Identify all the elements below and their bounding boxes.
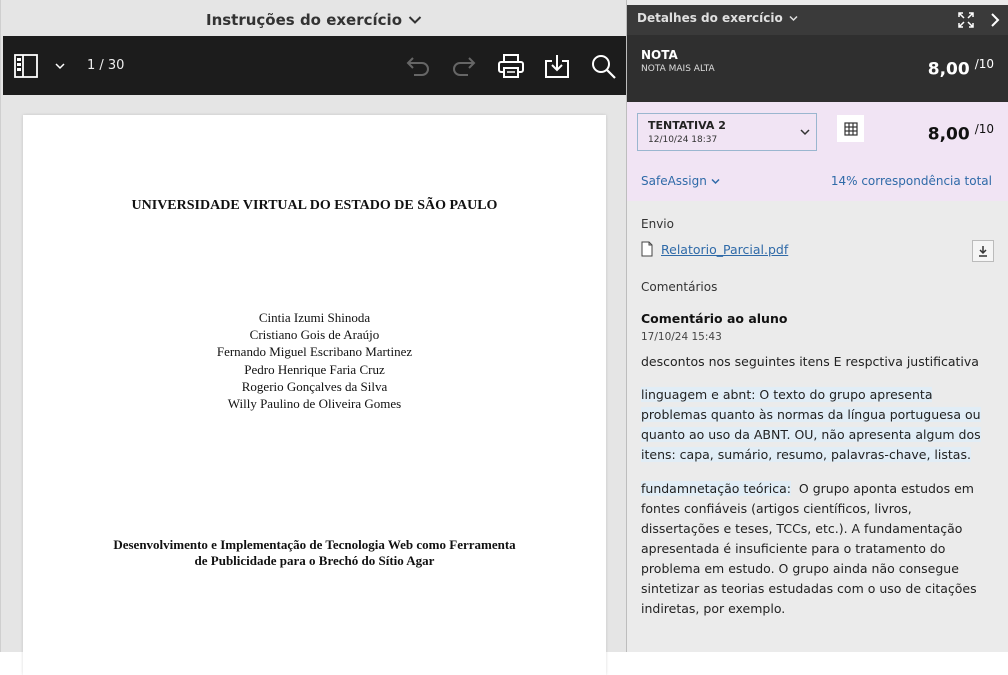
details-title: Detalhes do exercício: [637, 11, 783, 25]
grade-label: NOTA: [641, 48, 678, 62]
author-line: Willy Paulino de Oliveira Gomes: [227, 396, 402, 412]
chevron-down-icon: [789, 15, 798, 22]
details-panel: Detalhes do exercício NOTA NOTA MAIS ALT…: [626, 0, 1008, 652]
chevron-down-icon: [55, 62, 65, 70]
page-indicator: 1 / 30: [87, 58, 125, 73]
redo-button[interactable]: [451, 36, 477, 95]
chevron-down-icon: [711, 178, 720, 185]
submission-file: Relatorio_Parcial.pdf: [641, 241, 788, 257]
grade-summary: NOTA NOTA MAIS ALTA 8,00/10: [627, 35, 1008, 102]
attempt-date: 12/10/24 18:37: [648, 135, 718, 145]
details-header: Detalhes do exercício NOTA NOTA MAIS ALT…: [627, 5, 1008, 102]
download-icon: [543, 53, 571, 79]
attempt-out-of: /10: [974, 122, 994, 136]
safeassign-button[interactable]: SafeAssign: [641, 174, 720, 188]
redo-icon: [451, 54, 477, 78]
attempt-score: 8,00/10: [928, 122, 994, 144]
print-icon: [497, 53, 525, 79]
comment-paragraph: linguagem e abnt: O texto do grupo apres…: [641, 385, 991, 465]
author-line: Cristiano Gois de Araújo: [249, 327, 380, 343]
comment-paragraph: fundamnetação teórica: O grupo aponta es…: [641, 479, 991, 619]
details-title-button[interactable]: Detalhes do exercício: [637, 11, 798, 25]
pdf-toolbar: 1 / 30: [3, 36, 627, 95]
document-title-line: Desenvolvimento e Implementação de Tecno…: [113, 537, 516, 552]
document-university: UNIVERSIDADE VIRTUAL DO ESTADO DE SÃO PA…: [131, 198, 498, 213]
instructions-header[interactable]: Instruções do exercício: [1, 5, 627, 35]
print-button[interactable]: [497, 36, 525, 95]
sidebar-toggle-button[interactable]: [13, 36, 39, 95]
undo-button[interactable]: [405, 36, 431, 95]
attempt-section: TENTATIVA 2 12/10/24 18:37 8,00/10 SafeA…: [627, 102, 1008, 201]
file-download-button[interactable]: [972, 240, 994, 262]
file-icon: [641, 241, 653, 257]
chevron-right-icon[interactable]: [990, 13, 1000, 27]
chevron-down-icon: [408, 15, 422, 25]
undo-icon: [405, 54, 431, 78]
search-button[interactable]: [590, 36, 618, 95]
document-page: UNIVERSIDADE VIRTUAL DO ESTADO DE SÃO PA…: [23, 115, 606, 675]
comments-label: Comentários: [641, 280, 718, 294]
safeassign-match-link[interactable]: 14% correspondência total: [831, 174, 992, 188]
download-icon: [977, 245, 989, 257]
attempt-score-value: 8,00: [927, 124, 970, 145]
comment-title: Comentário ao aluno: [641, 311, 788, 326]
author-line: Cintia Izumi Shinoda: [258, 310, 371, 325]
document-authors: Cintia Izumi Shinoda Cristiano Gois de A…: [23, 309, 606, 412]
grade-score: 8,00/10: [928, 57, 994, 79]
author-line: Fernando Miguel Escribano Martinez: [216, 344, 413, 360]
submission-section: Envio Relatorio_Parcial.pdf Comentários …: [627, 201, 1008, 652]
grade-value: 8,00: [927, 59, 970, 80]
comment-highlight: fundamnetação teórica:: [641, 481, 791, 496]
rubric-button[interactable]: [837, 115, 864, 142]
instructions-title: Instruções do exercício: [205, 11, 402, 29]
sidebar-dropdown-button[interactable]: [55, 36, 65, 95]
safeassign-label: SafeAssign: [641, 174, 707, 188]
download-button[interactable]: [543, 36, 571, 95]
comment-highlight: linguagem e abnt: O texto do grupo apres…: [641, 387, 981, 462]
instructions-panel: Instruções do exercício 1 / 30 UNIVERSID…: [0, 0, 627, 675]
file-link[interactable]: Relatorio_Parcial.pdf: [661, 242, 788, 257]
search-icon: [590, 53, 618, 79]
attempt-label: TENTATIVA 2: [648, 119, 726, 132]
grid-icon: [843, 121, 858, 136]
author-line: Pedro Henrique Faria Cruz: [244, 361, 385, 377]
grade-out-of: /10: [974, 57, 994, 71]
document-viewer[interactable]: UNIVERSIDADE VIRTUAL DO ESTADO DE SÃO PA…: [3, 95, 627, 675]
author-line: Rogerio Gonçalves da Silva: [241, 378, 388, 394]
document-title-line: de Publicidade para o Brechó do Sítio Ag…: [194, 553, 435, 568]
expand-icon[interactable]: [958, 12, 974, 28]
chevron-down-icon: [800, 128, 810, 136]
comment-text: O grupo aponta estudos em fontes confiáv…: [641, 481, 977, 616]
attempt-select[interactable]: TENTATIVA 2 12/10/24 18:37: [637, 113, 817, 151]
document-title: Desenvolvimento e Implementação de Tecno…: [23, 537, 606, 569]
sidebar-icon: [13, 53, 39, 79]
submission-label: Envio: [641, 217, 674, 231]
comment-intro: descontos nos seguintes itens E respctiv…: [641, 354, 979, 369]
comment-date: 17/10/24 15:43: [641, 331, 722, 343]
grade-sublabel: NOTA MAIS ALTA: [641, 64, 715, 74]
